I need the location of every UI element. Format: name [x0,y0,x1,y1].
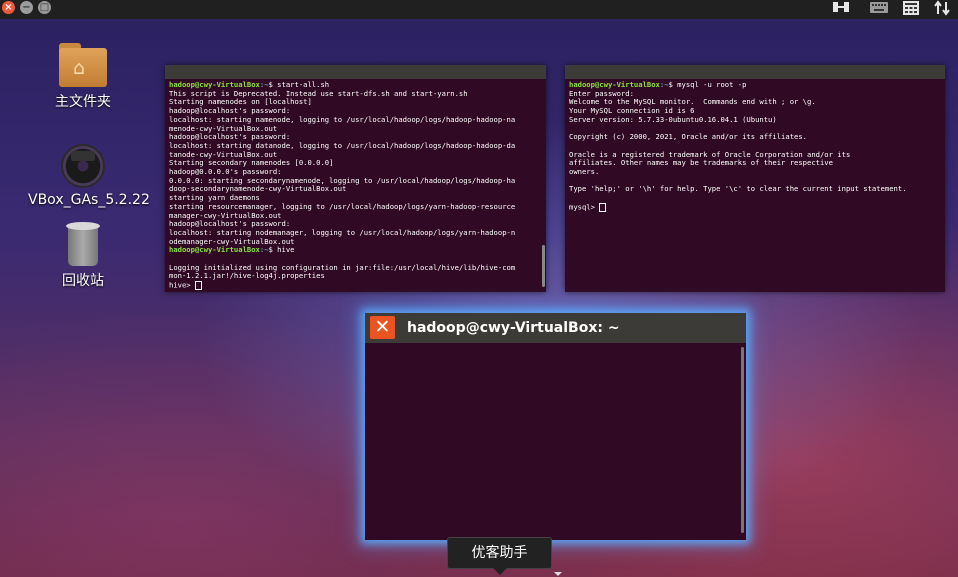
prompt-command: $ hive [268,245,295,255]
keyboard-icon[interactable] [868,0,890,19]
terminal-line: mon-1.2.1.jar!/hive-log4j.properties [169,272,542,281]
terminal-text: This script is Deprecated. Instead use s… [169,88,468,98]
terminal-text: odemanager-cwy-VirtualBox.out [169,236,295,246]
terminal-text: mon-1.2.1.jar!/hive-log4j.properties [169,271,325,281]
terminal-text: Your MySQL connection id is 6 [569,106,695,116]
desktop-icon-trash[interactable]: 回收站 [28,222,138,290]
desktop-icon-label: 主文件夹 [55,94,111,110]
terminal-text: hive> [169,280,195,290]
window-title: hadoop@cwy-VirtualBox: ~ [407,320,620,336]
terminal-text: starting resourcemanager, logging to /us… [169,201,516,211]
terminal-titlebar[interactable] [565,65,945,79]
terminal-text: 0.0.0.0: starting secondarynamenode, log… [169,175,516,185]
terminal-text: Welcome to the MySQL monitor. Commands e… [569,97,816,107]
terminal-line: Copyright (c) 2000, 2021, Oracle and/or … [569,132,941,142]
prompt-path: :~ [659,80,669,89]
terminal-text: mysql> [569,202,600,212]
terminal-line: hive> [169,280,542,291]
terminal-text: hadoop@0.0.0.0's password: [169,167,282,177]
terminal-text: localhost: starting nodemanager, logging… [169,227,516,237]
prompt-path: :~ [259,245,269,255]
terminal-text: Logging initialized using configuration … [169,262,516,272]
terminal-line: owners. [569,167,941,177]
desktop-icon-home-folder[interactable]: ⌂ 主文件夹 [28,43,138,111]
terminal-text: manager-cwy-VirtualBox.out [169,210,282,220]
terminal-output[interactable]: hadoop@cwy-VirtualBox:~$ mysql -u root -… [565,79,945,214]
terminal-text: Copyright (c) 2000, 2021, Oracle and/or … [569,132,807,142]
terminal-window-focused[interactable]: ✕ hadoop@cwy-VirtualBox: ~ [365,313,746,540]
prompt-command: $ start-all.sh [268,80,330,89]
terminal-cursor [194,281,202,291]
terminal-text: hadoop@localhost's password: [169,219,291,229]
prompt-user: hadoop@cwy-VirtualBox [169,245,260,255]
terminal-text: affiliates. Other names may be trademark… [569,158,833,168]
top-panel: × − □ [0,0,958,19]
terminal-line: affiliates. Other names may be trademark… [569,158,941,168]
terminal-cursor [599,202,607,212]
terminal-output[interactable]: hadoop@cwy-VirtualBox:~$ start-all.sh Thi… [165,79,546,292]
terminal-text: starting yarn daemons [169,193,260,203]
terminal-line: mysql> [569,202,941,212]
prompt-user: hadoop@cwy-VirtualBox [569,80,660,89]
prompt-user: hadoop@cwy-VirtualBox [169,80,260,89]
terminal-titlebar[interactable]: ✕ hadoop@cwy-VirtualBox: ~ [365,313,746,343]
terminal-line: Type 'help;' or '\h' for help. Type '\c'… [569,185,941,194]
terminal-text: Starting namenodes on [localhost] [169,97,312,107]
terminal-text: localhost: starting namenode, logging to… [169,114,516,124]
terminal-text: hadoop@localhost's password: [169,132,291,142]
terminal-window-hive[interactable]: hadoop@cwy-VirtualBox:~$ start-all.sh Thi… [165,65,546,292]
window-minimize-button[interactable]: − [20,1,33,14]
terminal-line: hadoop@cwy-VirtualBox:~$ hive [169,246,542,255]
window-close-button[interactable]: × [2,1,15,14]
calculator-icon[interactable] [900,0,922,19]
terminal-text: Starting secondary namenodes [0.0.0.0] [169,158,334,168]
launcher-tooltip: 优客助手 [447,537,552,569]
terminal-line: Server version: 5.7.33-0ubuntu0.16.04.1 … [569,114,941,125]
desktop-icon-vbox-disc[interactable]: VBox_GAs_5.2.22 [28,144,150,208]
trash-icon [66,222,100,266]
home-folder-icon: ⌂ [59,43,107,87]
terminal-text: localhost: starting datanode, logging to… [169,140,516,150]
terminal-text: tanode-cwy-VirtualBox.out [169,149,278,159]
terminal-text: Enter password: [569,88,634,98]
terminal-text: menode-cwy-VirtualBox.out [169,123,278,133]
terminal-text: hadoop@localhost's password: [169,106,291,116]
terminal-text: Server version: 5.7.33-0ubuntu0.16.04.1 … [569,114,777,124]
tooltip-arrow [492,567,508,575]
desktop-icon-label: 回收站 [62,273,104,289]
terminal-text: Type 'help;' or '\h' for help. Type '\c'… [569,184,907,194]
cd-disc-icon [61,144,105,188]
window-maximize-button[interactable]: □ [38,1,51,14]
transfer-arrows-icon[interactable] [932,0,952,19]
terminal-scrollbar[interactable] [741,347,744,533]
prompt-command: $ mysql -u root -p [668,80,747,89]
terminal-titlebar[interactable] [165,65,546,79]
launcher-indicator [554,572,562,576]
network-icon[interactable] [831,0,851,19]
terminal-line [569,194,941,203]
close-icon[interactable]: ✕ [370,316,395,339]
terminal-window-mysql[interactable]: hadoop@cwy-VirtualBox:~$ mysql -u root -… [565,65,945,292]
terminal-scrollbar[interactable] [542,245,545,287]
terminal-text: Oracle is a registered trademark of Orac… [569,149,851,159]
terminal-text: doop-secondarynamenode-cwy-VirtualBox.ou… [169,184,347,194]
desktop-icon-label: VBox_GAs_5.2.22 [28,192,150,208]
terminal-text: owners. [569,167,600,177]
prompt-path: :~ [259,80,269,89]
